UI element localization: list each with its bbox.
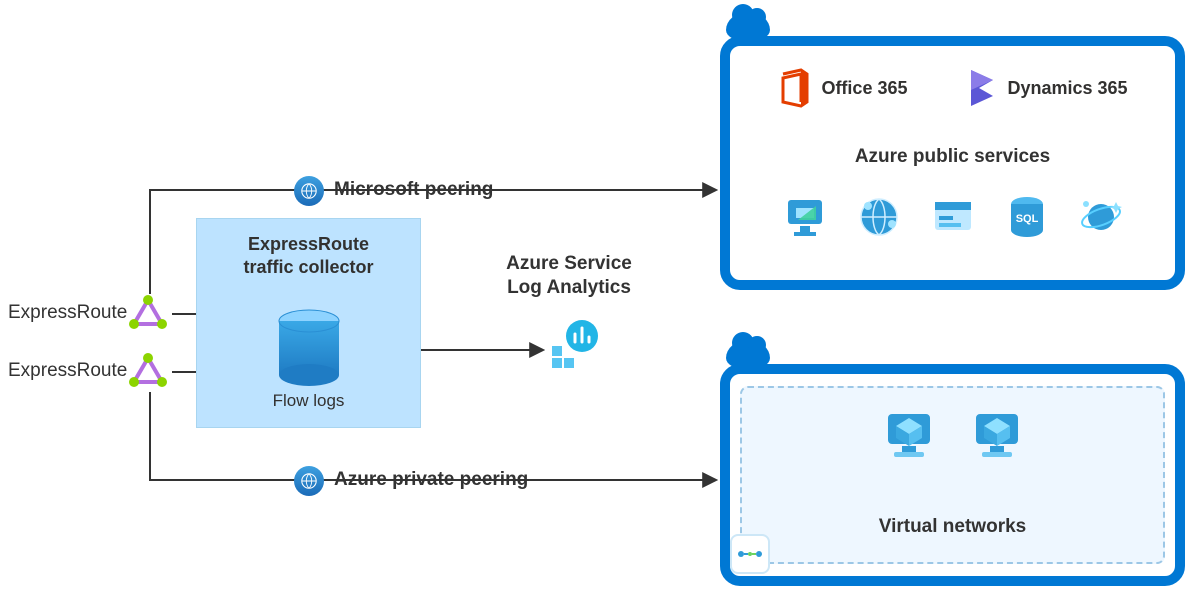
log-analytics-icon [548,318,600,370]
peering-globe-icon [294,466,324,496]
cosmos-db-icon [1078,194,1124,240]
vnet-peering-icon [730,534,770,574]
expressroute-circuit-icon [128,352,168,392]
azure-public-cloud-box: Office 365 Dynamics 365 Azure public ser… [720,36,1185,290]
app-service-icon [930,194,976,240]
collector-title: ExpressRoutetraffic collector [197,233,420,278]
cloud-icon [726,12,770,42]
office-365-label: Office 365 [821,78,907,99]
flow-logs-label: Flow logs [197,391,420,411]
dynamics-365-icon [967,68,997,108]
azure-public-services-label: Azure public services [730,146,1175,168]
log-analytics-title: Azure ServiceLog Analytics [494,252,644,300]
sql-database-icon: SQL [1004,194,1050,240]
virtual-networks-cloud-box: Virtual networks [720,364,1185,586]
expressroute-label-2: ExpressRoute [8,360,127,382]
dynamics-365-item: Dynamics 365 [967,68,1127,108]
database-cylinder-icon [274,309,344,387]
virtual-machine-icon [968,408,1026,471]
virtual-machine-icon [880,408,938,471]
private-peering-label: Azure private peering [334,469,528,491]
traffic-collector-box: ExpressRoutetraffic collector Flow logs [196,218,421,428]
globe-network-icon [856,194,902,240]
virtual-networks-label: Virtual networks [742,516,1163,538]
peering-globe-icon [294,176,324,206]
azure-monitor-icon [782,194,828,240]
svg-text:SQL: SQL [1015,213,1038,225]
office-365-icon [777,68,811,108]
expressroute-circuit-icon [128,294,168,334]
office-365-item: Office 365 [777,68,907,108]
vnet-dashed-area: Virtual networks [740,386,1165,564]
microsoft-peering-label: Microsoft peering [334,179,493,201]
cloud-icon [726,340,770,370]
dynamics-365-label: Dynamics 365 [1007,78,1127,99]
expressroute-label-1: ExpressRoute [8,302,127,324]
